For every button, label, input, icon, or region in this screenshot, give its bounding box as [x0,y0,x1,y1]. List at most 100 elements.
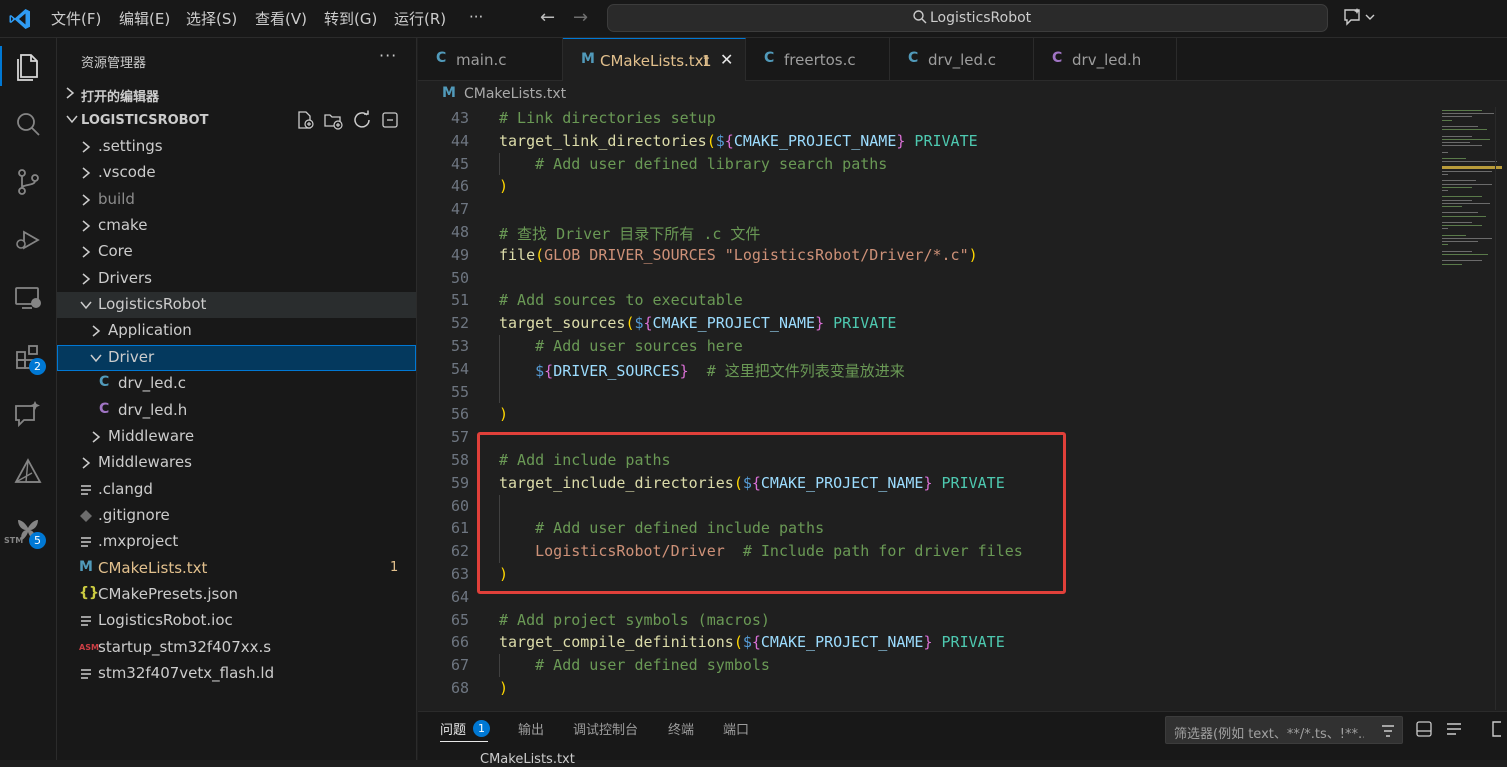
line-number: 52 [450,314,469,333]
search-view-icon[interactable] [12,108,44,140]
line-number: 43 [450,109,469,127]
code-editor[interactable]: 43 # Link directories setup 44 target_link_… [418,107,1438,710]
tab-debug-console[interactable]: 调试控制台 [573,719,638,738]
editor-scrollbar[interactable] [1495,107,1507,710]
tab-output[interactable]: 输出 [518,719,544,738]
menu-run[interactable]: 运行(R) [394,8,446,29]
tree-item-mxproject[interactable]: .mxproject [57,529,416,555]
source-control-icon[interactable] [12,166,44,198]
tree-item-cmakepresets[interactable]: {} CMakePresets.json [57,582,416,608]
line-number: 53 [450,337,469,355]
menu-more[interactable]: ··· [469,8,483,26]
minimap-line [1442,241,1478,243]
tree-item-cmakelists[interactable]: M CMakeLists.txt 1 [57,556,416,582]
code-text: # Add user sources here [499,337,743,355]
more-actions-icon[interactable]: ··· [379,46,397,65]
tab-ports[interactable]: 端口 [723,719,749,738]
chevron-right-icon [79,456,93,474]
tab-freertos-c[interactable]: C freertos.c [746,38,890,80]
tab-problem-count: 1 [702,52,712,70]
menu-view[interactable]: 查看(V) [255,8,307,29]
code-line: 67 # Add user defined symbols [418,654,1438,677]
new-folder-icon[interactable] [323,110,343,130]
project-section[interactable]: LOGISTICSROBOT [57,109,416,133]
tree-item-clangd[interactable]: .clangd [57,477,416,503]
title-bar: 文件(F) 编辑(E) 选择(S) 查看(V) 转到(G) 运行(R) ··· … [0,0,1507,38]
line-number: 64 [450,587,469,606]
maximize-panel-icon[interactable] [1491,720,1507,738]
tree-item-vscode[interactable]: .vscode [57,160,416,186]
menu-edit[interactable]: 编辑(E) [119,8,170,29]
tab-drv-led-c[interactable]: C drv_led.c [890,38,1034,80]
close-icon[interactable]: ✕ [720,50,733,69]
run-debug-icon[interactable] [12,224,44,256]
problems-filter-input[interactable]: 筛选器(例如 text、**/*.ts、!**... [1165,716,1403,744]
tree-item-label: Middlewares [98,453,192,472]
code-text: target_include_directories(${CMAKE_PROJE… [499,473,1005,492]
explorer-icon[interactable] [0,46,44,86]
tree-item-gitignore[interactable]: .gitignore [57,503,416,529]
view-as-list-icon[interactable] [1445,720,1463,738]
menu-go[interactable]: 转到(G) [324,8,377,29]
code-line: 61 # Add user defined include paths [418,517,1438,540]
breadcrumb[interactable]: M CMakeLists.txt [418,81,1507,107]
stm32-icon[interactable]: STM 5 [4,514,46,549]
chat-icon[interactable] [12,398,44,430]
tree-item-build[interactable]: build [57,187,416,213]
tree-item-core[interactable]: Core [57,239,416,265]
open-editors-section[interactable]: 打开的编辑器 [57,82,416,106]
minimap-line [1442,186,1472,188]
sidebar-title: 资源管理器 [81,56,147,71]
tree-item-application[interactable]: Application [57,318,416,344]
command-center-search[interactable]: LogisticsRobot [607,4,1328,32]
minimap-line [1442,206,1462,207]
refresh-icon[interactable] [352,110,372,130]
minimap-line [1442,142,1470,143]
minimap-line [1442,170,1492,172]
code-line: 62 LogisticsRobot/Driver # Include path … [418,540,1438,563]
tree-item-drv-led-c[interactable]: Cdrv_led.c [57,371,416,397]
breadcrumb-file[interactable]: CMakeLists.txt [464,86,566,102]
filter-icon[interactable] [1380,723,1396,739]
new-file-icon[interactable] [295,110,315,130]
tab-main-c[interactable]: C main.c [418,38,563,80]
code-text: LogisticsRobot/Driver # Include path for… [499,542,1023,561]
tree-item-label: startup_stm32f407xx.s [98,637,272,656]
remote-explorer-icon[interactable] [12,282,44,314]
open-editors-label: 打开的编辑器 [81,90,160,105]
tree-item-linker[interactable]: stm32f407vetx_flash.ld [57,661,416,687]
minimap-line [1442,180,1476,182]
menu-selection[interactable]: 选择(S) [186,8,237,29]
tree-item-middleware[interactable]: Middleware [57,424,416,450]
tab-cmakelists[interactable]: M CMakeLists.txt 1 ✕ [563,38,746,81]
cmake-icon[interactable] [12,456,44,488]
chat-sparkle-icon[interactable] [1342,7,1378,27]
back-arrow-icon[interactable]: ← [540,7,555,28]
tab-drv-led-h[interactable]: C drv_led.h [1034,38,1177,80]
chevron-right-icon [79,193,93,211]
tree-item-ioc[interactable]: LogisticsRobot.ioc [57,608,416,634]
tree-item-label: CMakePresets.json [98,584,239,603]
tree-item-drivers[interactable]: Drivers [57,266,416,292]
code-text: # Link directories setup [499,109,716,127]
lines-file-icon [79,483,93,501]
tree-item-middlewares[interactable]: Middlewares [57,450,416,476]
forward-arrow-icon[interactable]: → [573,7,588,28]
tree-item-driver[interactable]: Driver [57,344,416,371]
tab-terminal[interactable]: 终端 [668,719,694,738]
tree-item-cmake[interactable]: cmake [57,213,416,239]
tab-problems[interactable]: 问题 [440,719,489,742]
tree-item-startup[interactable]: ASM startup_stm32f407xx.s [57,635,416,661]
tree-item-logisticsrobot[interactable]: LogisticsRobot [57,292,416,319]
vscode-logo-icon[interactable] [8,7,32,31]
code-line: 45 # Add user defined library search pat… [418,153,1438,176]
code-line: 53 # Add user sources here [418,335,1438,358]
collapse-panel-icon[interactable] [1415,720,1433,738]
menu-file[interactable]: 文件(F) [51,8,101,29]
minimap-line [1442,244,1448,246]
collapse-all-icon[interactable] [380,110,400,130]
tree-item-drv-led-h[interactable]: Cdrv_led.h [57,398,416,424]
minimap-line [1442,260,1482,262]
extensions-icon[interactable]: 2 [12,340,46,375]
tree-item-settings[interactable]: .settings [57,134,416,160]
